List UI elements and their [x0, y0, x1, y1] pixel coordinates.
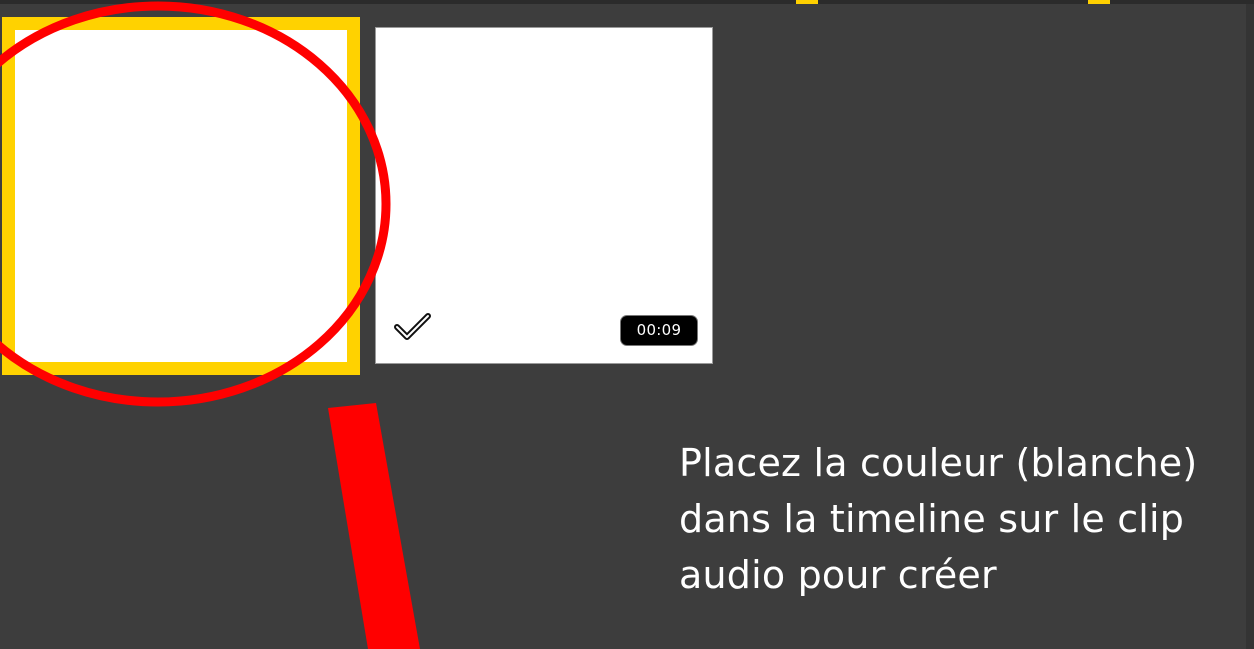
instruction-text: Placez la couleur (blanche) dans la time… — [679, 441, 1198, 597]
top-toolbar-marker[interactable] — [796, 0, 818, 4]
media-tile-white-selected[interactable] — [2, 17, 360, 375]
top-toolbar-strip — [0, 0, 1254, 4]
top-toolbar-marker[interactable] — [1088, 0, 1110, 4]
editor-media-panel: 00:09 Placez la couleur (blanche) dans l… — [0, 0, 1254, 649]
checkmark-icon — [394, 313, 431, 340]
red-handle-annotation — [328, 403, 420, 649]
media-tile-white[interactable]: 00:09 — [375, 27, 713, 364]
duration-badge: 00:09 — [620, 315, 698, 346]
